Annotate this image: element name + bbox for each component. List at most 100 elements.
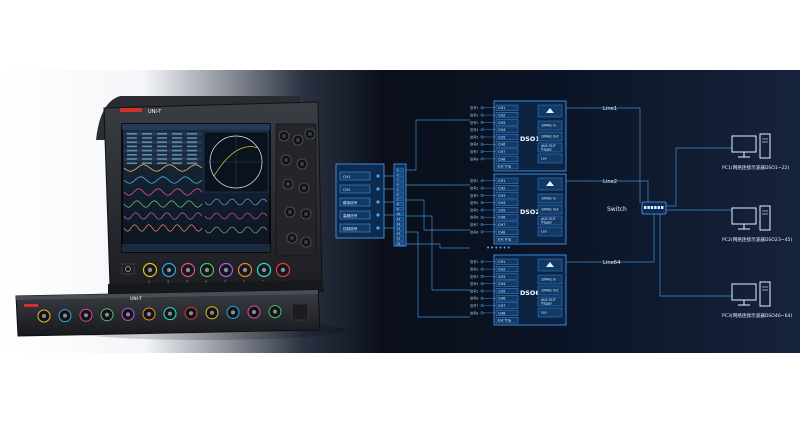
hub-port-label: 11 [397,217,401,221]
dso-channel-label: CH3 [498,194,505,198]
table-cell [127,141,137,143]
hub-port-label: 12 [397,222,401,226]
table-cell [142,158,152,160]
table-cell [172,158,182,160]
table-cell [127,154,137,156]
pc-tower-icon [759,205,771,231]
table-cell [127,162,137,164]
dso-input-label: 信号2 [470,186,478,191]
knob-center [302,186,306,190]
switch-port [650,206,654,209]
wire [659,214,732,297]
table-cell [187,141,197,143]
dso-channel-label: CH7 [498,223,505,227]
hub-port-label: 13 [397,227,401,231]
dso-channel-label: CH7 [498,304,505,308]
dso-channel-label: Ext Trig [498,319,511,323]
dso-input-label: 信号1 [470,178,478,183]
dso-channel-label: CH6 [498,143,505,147]
bnc-pin [242,267,248,273]
dso-input-label: 信号5 [470,207,478,212]
knob-center [296,138,300,142]
unit-bnc-pin [231,310,235,315]
dso-right-label: Lan [541,230,547,234]
pc-3: PC3(网络连接示波器DSO46~64) [722,281,792,319]
unit-bnc-pin [126,312,130,317]
dso-name: DSO2 [520,208,540,216]
knob-center [300,162,304,166]
dso-channel-label: CH7 [498,150,505,154]
knob-center [288,210,292,214]
table-cell [187,154,197,156]
unit-bnc-pin [252,310,256,314]
system-diagram: UNI-T 12345678 UNI-T CH1CH2模拟信号高频信号控制信号 [15,96,792,340]
brand-logo: UNI-T [148,109,162,115]
brand-red-accent [120,108,142,112]
switch-port [644,206,647,209]
dso-input-label: 信号2 [470,267,478,272]
dso-input-label: 信号4 [470,281,478,286]
network-switch: Switch [607,201,667,215]
dso-right-label: Trigger [540,221,553,225]
dso-right-label: 10MHz Out [541,208,559,212]
knob-center [304,212,308,216]
dso-channel-label: CH4 [498,128,506,132]
power-button[interactable] [121,263,135,275]
table-cell [157,133,167,135]
pc-tower-icon [759,281,771,307]
generator-port [376,174,380,178]
unit-bnc-pin [42,314,46,318]
dso-channel-label: Ext Trig [498,238,511,242]
rack-unit: UNI-T [15,289,321,337]
knob-center [304,240,308,244]
unit-bnc-pin [168,311,172,316]
dso-right-label: 10MHz In [541,278,556,282]
dso-input-label: 信号5 [470,288,478,293]
dso-channel-label: CH4 [498,201,506,205]
screen-header [122,124,270,130]
dso-channel-label: CH2 [498,268,505,272]
wire [666,147,732,207]
dso-input-label: 信号2 [470,113,478,118]
dso-input-label: 信号6 [470,215,478,220]
table-cell [157,145,167,148]
generator-output-label: 模拟信号 [343,200,358,205]
dso-input-label: 信号1 [470,105,478,110]
table-cell [157,149,167,152]
switch-port [647,206,650,209]
monitor-icon [731,283,757,301]
table-cell [187,145,197,148]
switch-port [661,206,664,209]
table-cell [142,137,152,139]
dso-right-label: 10MHz In [541,197,556,201]
table-cell [172,133,182,135]
table-cell [187,162,197,164]
bnc-pin [147,267,153,273]
dso-input-label: 信号8 [470,156,478,161]
generator-output-label: CH2 [343,188,351,192]
dso-input-label: 信号6 [470,142,478,147]
unit-port-panel [291,303,309,321]
dso-channel-label: CH6 [498,297,505,301]
signal-generator: CH1 CH2 模拟信号高频信号控制信号 [335,163,385,239]
wire [666,209,733,222]
pc-label: PC3(网络连接示波器DSO46~64) [722,312,792,319]
switch-port [654,206,657,209]
bnc-pin [223,267,229,273]
knob-center [282,134,286,138]
dso-channel-label: CH8 [498,311,505,315]
pc-label: PC2(网络连接示波器DSO23~45) [722,236,792,243]
dso-input-label: 信号3 [470,193,478,198]
table-cell [157,141,167,143]
dso-channel-label: Ext Trig [498,165,511,169]
dso-line-label: Line64 [603,260,621,266]
table-cell [172,162,182,164]
dso-channel-label: CH1 [498,179,505,183]
bnc-pin [166,267,172,273]
distribution-hub: 12345678910111213141516 [393,163,407,247]
unit-bnc-pin [63,313,67,318]
table-cell [142,141,152,143]
dso-right-label: Lan [541,311,547,315]
dso-ellipsis: •••••• [486,244,511,252]
unit-bnc-pin [189,311,193,316]
